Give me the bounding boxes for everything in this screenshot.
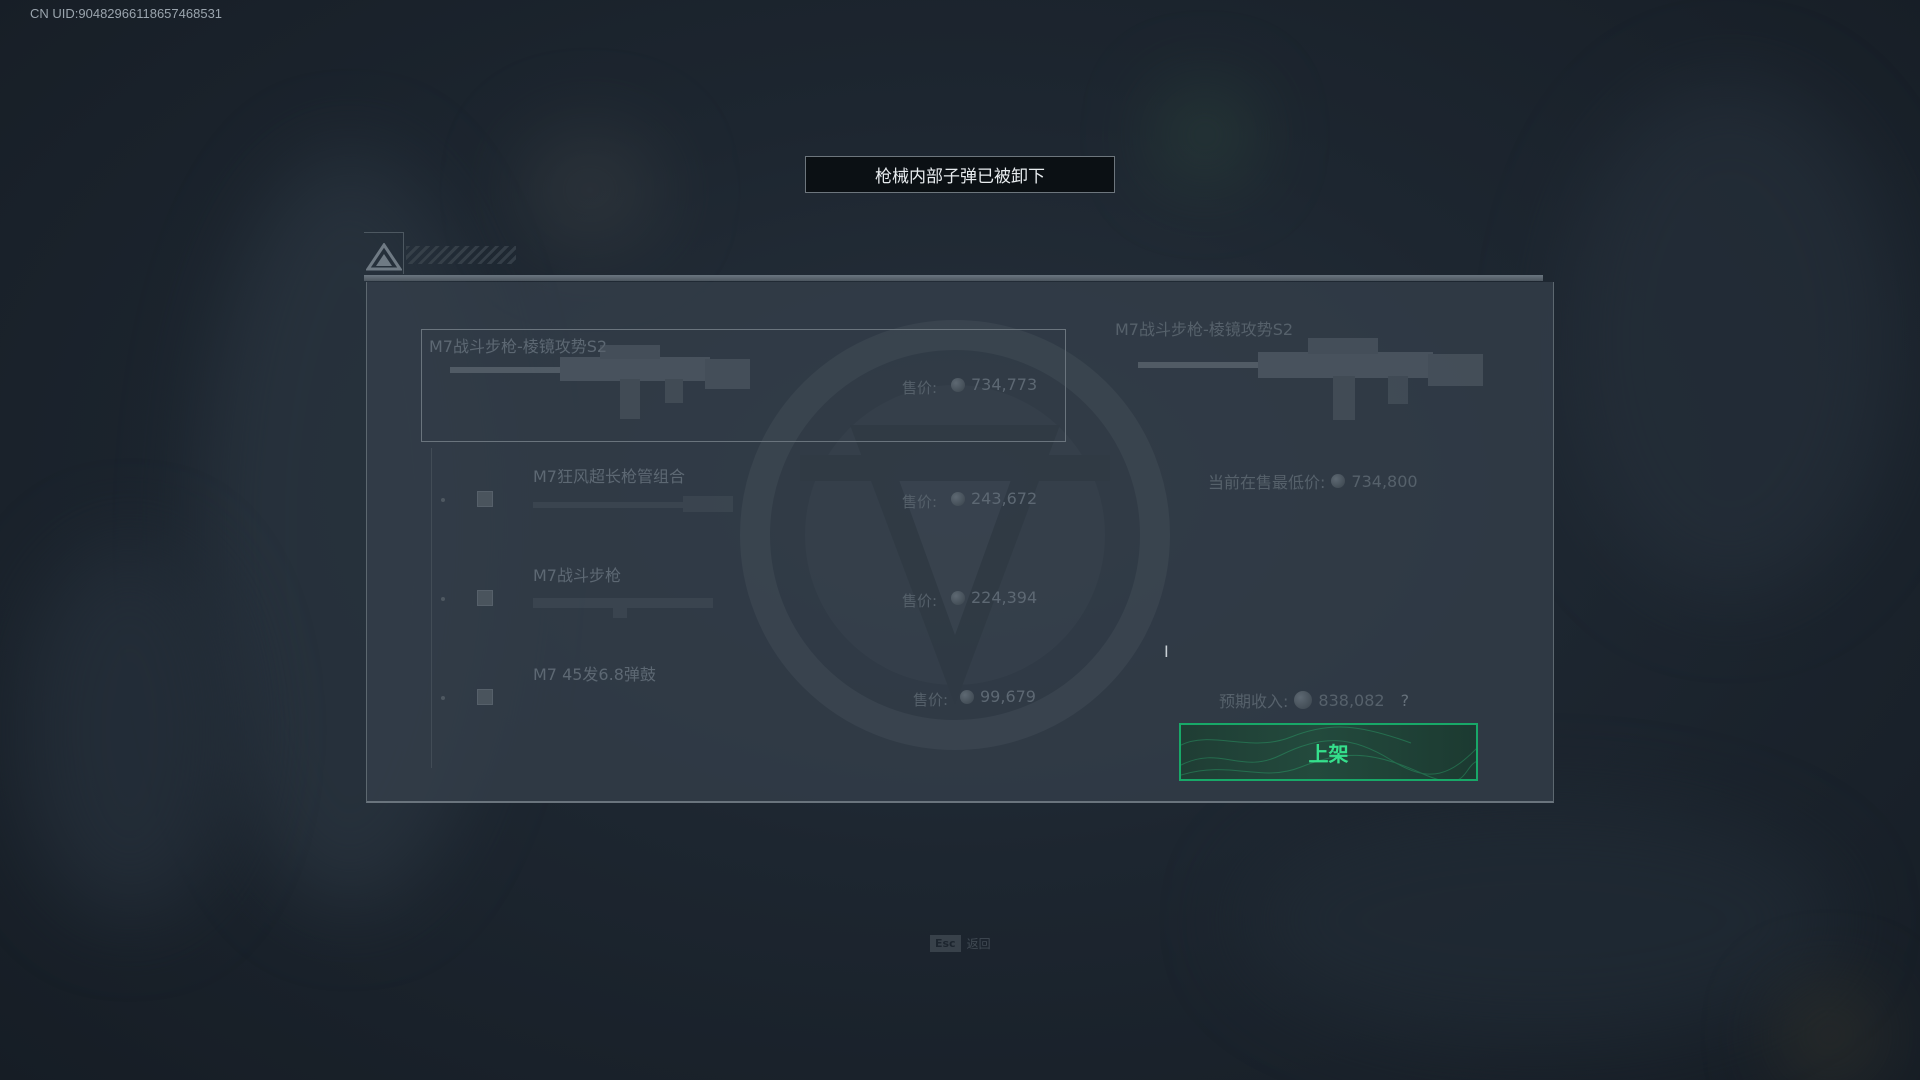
coin-icon (951, 590, 965, 605)
rifle-icon (450, 345, 750, 419)
price-label: 售价: (902, 379, 938, 397)
tree-dot (441, 597, 445, 601)
listing-item-name: M7战斗步枪-棱镜攻势S2 (1115, 320, 1294, 339)
user-uid: CN UID:9048296611865746853​1 (30, 6, 223, 21)
key-badge: Esc (930, 935, 961, 952)
background-blur (1560, 80, 1900, 600)
sub-item-price: 99,679 (960, 687, 1036, 706)
background-blur (520, 130, 660, 250)
background-blur (1160, 90, 1250, 180)
rifle-icon (533, 496, 733, 512)
background-blur (1240, 800, 1840, 1040)
background-blur (20, 540, 240, 920)
sub-item-checkbox[interactable] (477, 689, 493, 705)
tree-dot (441, 498, 445, 502)
price-label: 售价: (902, 592, 938, 610)
lowest-price: 当前在售最低价: 734,800 (1208, 471, 1418, 493)
toast-message: 枪械内部子弹已被卸下 (805, 156, 1115, 193)
list-for-sale-button[interactable]: 上架 (1179, 723, 1478, 781)
background-blur (1780, 990, 1880, 1080)
coin-icon (1294, 691, 1313, 709)
text-cursor-icon: I (1164, 642, 1169, 661)
price-label: 售价: (913, 691, 949, 709)
coin-icon (960, 689, 974, 704)
help-icon[interactable]: ? (1401, 691, 1410, 710)
tree-dot (441, 696, 445, 700)
game-screen: CN UID:9048296611865746853​1 枪械内部子弹已被卸下 … (0, 0, 1920, 1080)
key-label: 返回 (966, 937, 991, 951)
sub-item-price: 224,394 (951, 588, 1037, 607)
sub-item-checkbox[interactable] (477, 491, 493, 507)
triangle-logo-icon (366, 243, 402, 271)
expected-income: 预期收入: 838,082 ? (1219, 690, 1410, 712)
dialog-top-bar (364, 275, 1543, 281)
dialog-logo (364, 232, 404, 274)
rifle-icon (533, 598, 713, 618)
tree-connector (431, 448, 432, 768)
header-hatch-decoration (406, 246, 516, 264)
sub-item-checkbox[interactable] (477, 590, 493, 606)
rifle-icon (1138, 338, 1483, 420)
coin-icon (1331, 474, 1346, 488)
coin-icon (951, 491, 965, 506)
coin-icon (951, 377, 965, 392)
sub-item-name: M7 45发6.8弹鼓 (533, 665, 656, 684)
selected-item-price: 734,773 (951, 375, 1037, 394)
price-label: 售价: (902, 493, 938, 511)
sub-item-price: 243,672 (951, 489, 1037, 508)
sub-item-name: M7战斗步枪 (533, 566, 621, 585)
bottom-key-hint[interactable]: Esc 返回 (930, 935, 991, 952)
sub-item-name: M7狂风超长枪管组合 (533, 467, 685, 486)
